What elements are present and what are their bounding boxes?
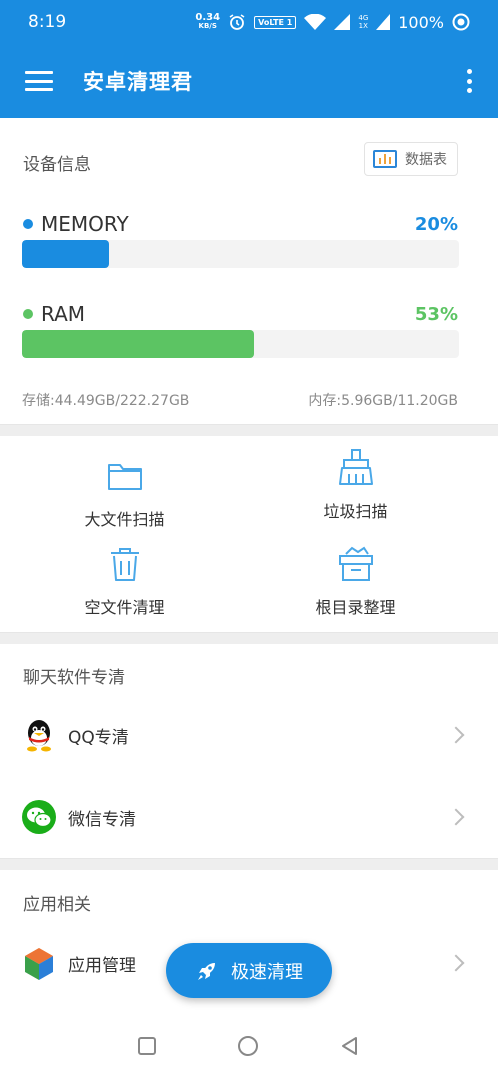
bar-chart-icon <box>373 150 397 168</box>
folder-icon <box>107 464 142 490</box>
home-icon[interactable] <box>238 1036 258 1056</box>
box-icon <box>338 546 373 581</box>
battery-saver-icon <box>452 13 470 31</box>
section-divider <box>0 858 498 870</box>
quick-clean-button[interactable]: 极速清理 <box>166 943 332 998</box>
alarm-icon <box>229 14 245 30</box>
memory-percent: 20% <box>414 214 458 235</box>
tool-junk-scan[interactable]: 垃圾扫描 <box>231 448 480 522</box>
network-speed: 0.34 KB/S <box>195 12 221 31</box>
memory-progress-fill <box>22 240 110 268</box>
list-item-wechat-clean[interactable]: 微信专清 <box>0 787 498 847</box>
memory-label: MEMORY <box>23 212 129 236</box>
rocket-icon <box>198 962 215 980</box>
ram-progress-fill <box>22 330 254 358</box>
wechat-icon <box>22 800 56 834</box>
quick-clean-label: 极速清理 <box>231 961 303 983</box>
status-time: 8:19 <box>28 12 67 32</box>
section-divider <box>0 632 498 644</box>
chat-clean-section: 聊天软件专清 QQ专清 微信专清 <box>0 645 498 858</box>
memory-text: 内存:5.96GB/11.20GB <box>308 393 458 409</box>
trash-icon <box>110 548 139 581</box>
hamburger-menu-icon[interactable] <box>25 71 53 91</box>
network-type: 4G 1X <box>358 14 369 30</box>
cube-icon <box>22 946 56 980</box>
system-nav-bar <box>0 1012 498 1080</box>
app-bar: 安卓清理君 <box>0 44 498 118</box>
ram-progress-bar <box>22 330 459 358</box>
ram-dot <box>23 309 33 319</box>
status-bar: 8:19 0.34 KB/S VoLTE 1 4G 1X 100% <box>0 0 498 44</box>
recent-apps-icon[interactable] <box>138 1037 156 1055</box>
ram-label: RAM <box>23 302 85 326</box>
datatable-label: 数据表 <box>405 152 447 168</box>
chat-section-title: 聊天软件专清 <box>23 668 125 688</box>
section-divider <box>0 424 498 436</box>
qq-icon <box>22 718 56 752</box>
volte-badge: VoLTE 1 <box>254 15 297 29</box>
signal-icon <box>334 14 351 30</box>
list-item-qq-clean[interactable]: QQ专清 <box>0 705 498 765</box>
tool-empty-file-clean[interactable]: 空文件清理 <box>0 544 249 618</box>
wifi-icon <box>304 14 327 30</box>
device-info-title: 设备信息 <box>23 155 91 175</box>
chevron-right-icon <box>447 954 465 972</box>
tools-grid: 大文件扫描 垃圾扫描 空文件清理 根目录整理 <box>0 436 498 632</box>
signal-icon-2 <box>376 14 391 30</box>
tool-root-organize[interactable]: 根目录整理 <box>231 544 480 618</box>
storage-text: 存储:44.49GB/222.27GB <box>22 393 190 409</box>
back-icon[interactable] <box>340 1036 360 1056</box>
battery-percent: 100% <box>398 12 444 32</box>
device-info-card: 设备信息 数据表 MEMORY 20% RAM 53% 存储:44.49GB/2… <box>0 118 498 424</box>
datatable-button[interactable]: 数据表 <box>364 142 458 176</box>
ram-percent: 53% <box>414 304 458 325</box>
chevron-right-icon <box>447 726 465 744</box>
status-icons: 0.34 KB/S VoLTE 1 4G 1X 100% <box>195 13 470 32</box>
app-title: 安卓清理君 <box>83 70 193 94</box>
more-options-icon[interactable] <box>466 69 472 93</box>
memory-dot <box>23 219 33 229</box>
memory-progress-bar <box>22 240 459 268</box>
app-section-title: 应用相关 <box>23 895 91 915</box>
tool-large-file-scan[interactable]: 大文件扫描 <box>0 456 249 530</box>
chevron-right-icon <box>447 808 465 826</box>
broom-icon <box>338 449 373 485</box>
